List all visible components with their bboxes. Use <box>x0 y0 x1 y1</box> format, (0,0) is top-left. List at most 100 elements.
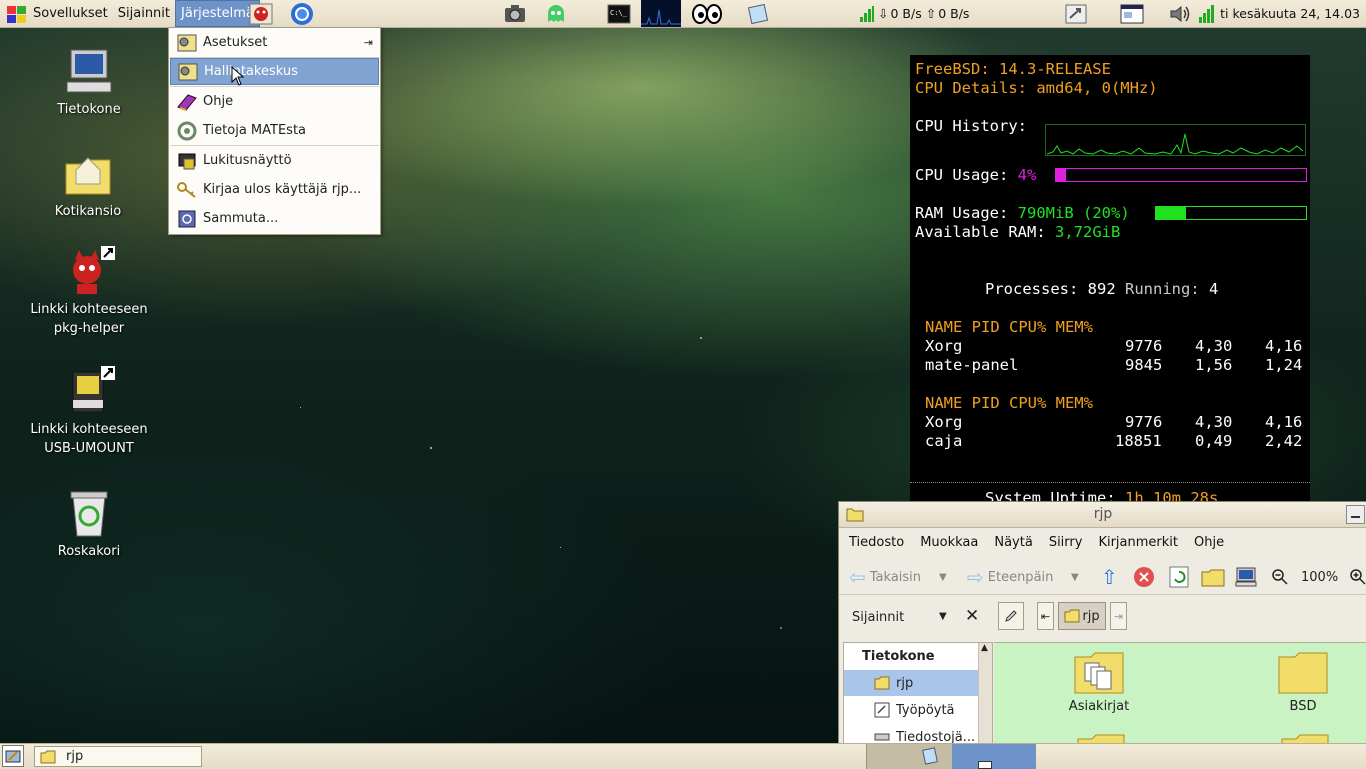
back-button[interactable]: ⇦ Takaisin <box>849 564 921 590</box>
terminal-launcher-icon[interactable]: C:\_ <box>606 2 632 25</box>
file-item-documents[interactable]: Asiakirjat <box>1054 649 1144 714</box>
menu-item-lock-screen[interactable]: Lukitusnäyttö <box>170 147 379 174</box>
network-signal-icon[interactable] <box>858 2 876 25</box>
menu-item-control-center[interactable]: Hallintakeskus <box>170 58 379 85</box>
zoom-in-button[interactable] <box>1349 564 1366 590</box>
forward-button[interactable]: ⇨ Eteenpäin <box>967 564 1053 590</box>
path-button-label: rjp <box>1082 608 1100 624</box>
desktop-icon-home[interactable]: Kotikansio <box>28 148 148 221</box>
conky-top-cpu-header: NAME PID CPU% MEM% <box>925 318 1093 336</box>
window-titlebar[interactable]: rjp <box>839 502 1366 528</box>
close-sidebar-icon[interactable]: ✕ <box>965 606 979 626</box>
desktop-icon-label: Kotikansio <box>54 204 122 219</box>
workspace-switch-icon[interactable] <box>1064 2 1088 25</box>
browser-launcher-icon[interactable] <box>289 2 315 25</box>
desktop-icon-usb-umount[interactable]: Linkki kohteeseen USB-UMOUNT <box>29 366 149 458</box>
stop-button[interactable] <box>1133 564 1155 590</box>
show-desktop-button[interactable] <box>2 745 24 767</box>
minimize-button[interactable] <box>1346 505 1365 524</box>
mate-menu-icon[interactable] <box>6 4 28 24</box>
download-arrow-icon: ⇩ <box>878 6 889 21</box>
show-desktop-icon[interactable] <box>1119 2 1145 25</box>
edit-path-button[interactable] <box>998 602 1024 630</box>
fm-location-bar: Sijainnit ▼ ✕ ⇤ rjp ⇥ <box>839 598 1366 640</box>
pencil-icon <box>1005 610 1017 622</box>
wifi-signal-icon[interactable] <box>1196 2 1218 25</box>
menu-help[interactable]: Ohje <box>1184 535 1230 550</box>
sidebar-scrollbar[interactable]: ▲ <box>978 643 992 744</box>
panel-clock[interactable]: ti kesäkuuta 24, 14.03 <box>1220 0 1360 27</box>
desktop-icon-pkg-helper[interactable]: Linkki kohteeseen pkg-helper <box>29 246 149 338</box>
desktop-icon-trash[interactable]: Roskakori <box>29 488 149 561</box>
menu-item-settings[interactable]: Asetukset ⇥ <box>170 29 379 56</box>
file-manager-window: rjp Tiedosto Muokkaa Näytä Siirry Kirjan… <box>838 501 1366 745</box>
reload-icon <box>1169 566 1189 588</box>
menu-system[interactable]: Järjestelmä <box>175 0 260 27</box>
sidebar-item-rjp[interactable]: rjp <box>844 670 978 696</box>
home-button[interactable] <box>1201 564 1225 590</box>
path-scroll-left-button[interactable]: ⇤ <box>1037 602 1054 630</box>
proc-name: caja <box>925 432 963 450</box>
sidebar-title: Sijainnit <box>852 610 905 625</box>
beastie-launcher-icon[interactable] <box>249 2 273 25</box>
proc-pid: 9776 <box>1125 413 1163 431</box>
conky-cpu-details: CPU Details: amd64, 0(MHz) <box>915 79 1158 97</box>
back-arrow-icon: ⇦ <box>849 565 866 589</box>
proc-mem: 2,42 <box>1265 432 1303 450</box>
bottom-panel: rjp <box>0 743 1366 769</box>
up-button[interactable]: ⇧ <box>1101 564 1118 590</box>
download-speed: 0 B/s <box>890 6 922 21</box>
zoom-level[interactable]: 100% <box>1301 564 1338 590</box>
volume-icon[interactable] <box>1168 2 1192 25</box>
menu-item-shutdown[interactable]: Sammuta... <box>170 205 379 232</box>
menu-file[interactable]: Tiedosto <box>839 535 910 550</box>
menu-view[interactable]: Näytä <box>984 535 1038 550</box>
path-button-rjp[interactable]: rjp <box>1058 602 1106 630</box>
sidebar-item-filesystem[interactable]: Tiedostojä... <box>844 724 978 744</box>
sidebar-item-desktop[interactable]: Työpöytä <box>844 697 978 723</box>
taskbar-button-label: rjp <box>66 749 84 764</box>
menu-bookmarks[interactable]: Kirjanmerkit <box>1088 535 1184 550</box>
workspace-1[interactable] <box>866 744 953 769</box>
ghost-launcher-icon[interactable] <box>544 2 568 25</box>
settings-icon <box>176 33 198 53</box>
menu-go[interactable]: Siirry <box>1039 535 1089 550</box>
conky-cpu-usage-value: 4% <box>1017 166 1037 184</box>
desktop-icon-computer[interactable]: Tietokone <box>29 46 149 119</box>
menu-places[interactable]: Sijainnit <box>113 0 175 27</box>
zoom-out-button[interactable] <box>1271 564 1289 590</box>
system-monitor-icon[interactable] <box>641 0 681 27</box>
forward-history-dropdown[interactable]: ▼ <box>1071 564 1079 590</box>
taskbar-button-rjp[interactable]: rjp <box>34 746 202 767</box>
conky-avail-value: 3,72GiB <box>1055 223 1121 241</box>
shutdown-icon <box>176 209 198 229</box>
notes-launcher-icon[interactable] <box>745 2 771 25</box>
eyes-applet-icon[interactable] <box>690 2 724 25</box>
fm-toolbar: ⇦ Takaisin ▼ ⇨ Eteenpäin ▼ ⇧ 100% <box>839 558 1366 595</box>
workspace-2[interactable] <box>952 744 1036 769</box>
reload-button[interactable] <box>1169 564 1189 590</box>
path-scroll-right-button[interactable]: ⇥ <box>1110 602 1127 630</box>
proc-name: mate-panel <box>925 356 1019 374</box>
menu-item-about-mate[interactable]: Tietoja MATEsta <box>170 117 379 144</box>
conky-divider <box>910 482 1310 483</box>
workspace-3[interactable] <box>1036 744 1366 769</box>
file-item-bsd[interactable]: BSD <box>1258 649 1348 714</box>
conky-avail-label: Available RAM: <box>915 223 1046 241</box>
home-folder-icon <box>62 148 114 200</box>
back-history-dropdown[interactable]: ▼ <box>939 564 947 590</box>
show-desktop-icon <box>5 750 21 763</box>
menu-applications[interactable]: Sovellukset <box>28 0 113 27</box>
svg-text:C:\_: C:\_ <box>610 9 628 17</box>
computer-button[interactable] <box>1235 564 1257 590</box>
conky-cpu-history-label: CPU History: <box>915 117 1027 135</box>
upload-arrow-icon: ⇧ <box>925 6 937 21</box>
menu-item-help[interactable]: Ohje <box>170 88 379 115</box>
notes-icon <box>922 747 938 765</box>
sidebar-type-dropdown[interactable]: ▼ <box>939 611 947 622</box>
screenshot-launcher-icon[interactable] <box>503 2 527 25</box>
conky-cpu-usage: CPU Usage: 4% <box>915 166 1036 185</box>
menu-edit[interactable]: Muokkaa <box>910 535 984 550</box>
menu-item-logout[interactable]: Kirjaa ulos käyttäjä rjp... <box>170 176 379 203</box>
stop-icon <box>1134 567 1154 587</box>
